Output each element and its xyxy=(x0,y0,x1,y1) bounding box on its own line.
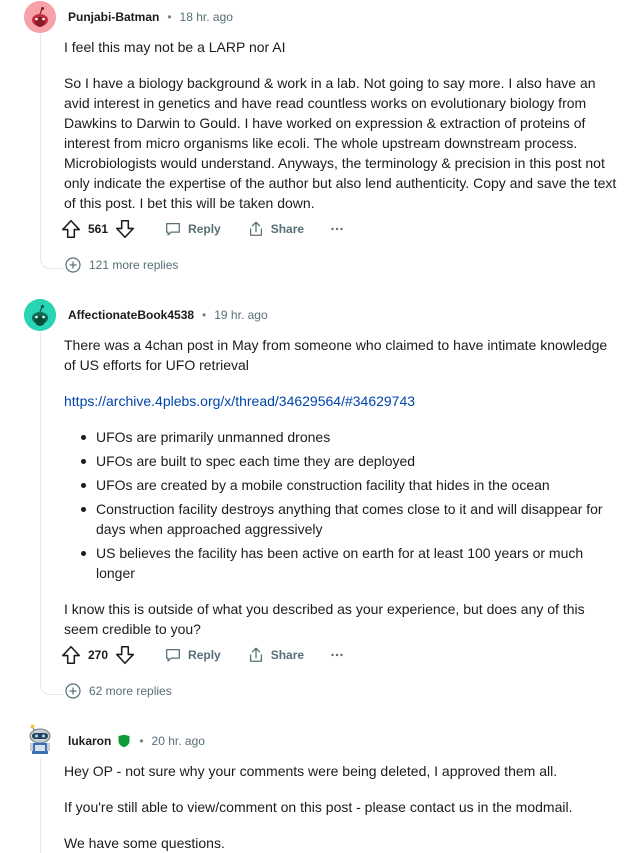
comment-paragraph: So I have a biology background & work in… xyxy=(64,75,617,211)
external-link[interactable]: https://archive.4plebs.org/x/thread/3462… xyxy=(64,393,415,409)
downvote-button[interactable] xyxy=(114,641,136,669)
more-replies-label: 62 more replies xyxy=(89,684,172,698)
author-name[interactable]: Punjabi-Batman xyxy=(68,10,159,24)
plus-circle-icon xyxy=(65,683,81,699)
reply-button[interactable]: Reply xyxy=(164,220,221,238)
upvote-button[interactable] xyxy=(60,215,82,243)
upvote-icon xyxy=(61,645,81,665)
share-button[interactable]: Share xyxy=(247,646,304,664)
comment-paragraph: https://archive.4plebs.org/x/thread/3462… xyxy=(64,391,620,411)
share-label: Share xyxy=(270,648,305,662)
more-options-button[interactable] xyxy=(330,222,344,236)
share-icon xyxy=(249,221,262,236)
timestamp[interactable]: 19 hr. ago xyxy=(214,308,267,322)
comment-paragraph: If you're still able to view/comment on … xyxy=(64,799,573,815)
separator-dot: • xyxy=(202,308,207,322)
thread-line xyxy=(40,332,41,682)
comment-body: There was a 4chan post in May from someo… xyxy=(64,335,620,639)
upvote-button[interactable] xyxy=(60,641,82,669)
moderator-shield-icon xyxy=(118,734,130,748)
comment-paragraph: I feel this may not be a LARP nor AI xyxy=(64,39,286,55)
list-item: UFOs are built to spec each time they ar… xyxy=(64,451,620,471)
avatar[interactable] xyxy=(24,724,56,756)
avatar[interactable] xyxy=(24,299,56,331)
share-button[interactable]: Share xyxy=(247,220,304,238)
downvote-icon xyxy=(116,645,135,665)
comment-bubble-icon xyxy=(166,222,180,236)
list-item: UFOs are created by a mobile constructio… xyxy=(64,475,620,495)
comment-meta: Punjabi-Batman • 18 hr. ago xyxy=(68,7,233,27)
snoo-avatar-icon xyxy=(24,299,56,331)
snoo-avatar-icon xyxy=(24,1,56,33)
list-item: US believes the facility has been active… xyxy=(64,543,620,583)
author-name[interactable]: AffectionateBook4538 xyxy=(68,308,194,322)
reply-button[interactable]: Reply xyxy=(164,646,221,664)
comment-bubble-icon xyxy=(166,648,180,662)
reply-label: Reply xyxy=(188,222,221,236)
comment-paragraph: Hey OP - not sure why your comments were… xyxy=(64,763,558,779)
avatar[interactable] xyxy=(24,1,56,33)
plus-circle-icon xyxy=(65,257,81,273)
share-label: Share xyxy=(270,222,305,236)
robot-snoo-avatar-icon xyxy=(29,724,51,754)
vote-count: 270 xyxy=(88,648,109,662)
comment-actions: 270 Reply Share xyxy=(60,641,344,669)
downvote-button[interactable] xyxy=(114,215,136,243)
thread-elbow xyxy=(40,256,63,269)
downvote-icon xyxy=(116,219,135,239)
comment-actions: 561 Reply Share xyxy=(60,215,344,243)
vote-count: 561 xyxy=(88,222,109,236)
ellipsis-icon xyxy=(331,227,343,231)
ellipsis-icon xyxy=(331,653,343,657)
bullet-list: UFOs are primarily unmanned drones UFOs … xyxy=(64,427,620,583)
comment-paragraph: We have some questions. xyxy=(64,835,225,851)
thread-elbow xyxy=(40,682,63,695)
more-replies-link[interactable]: 121 more replies xyxy=(65,255,178,275)
more-replies-label: 121 more replies xyxy=(89,258,179,272)
list-item: UFOs are primarily unmanned drones xyxy=(64,427,620,447)
thread-line xyxy=(40,758,41,853)
separator-dot: • xyxy=(139,734,144,748)
comment-paragraph: There was a 4chan post in May from someo… xyxy=(64,337,608,373)
comment-meta: lukaron • 20 hr. ago xyxy=(68,731,205,751)
upvote-icon xyxy=(61,219,81,239)
separator-dot: • xyxy=(167,10,172,24)
more-options-button[interactable] xyxy=(330,648,344,662)
share-icon xyxy=(249,647,262,662)
timestamp[interactable]: 20 hr. ago xyxy=(152,734,205,748)
comment-meta: AffectionateBook4538 • 19 hr. ago xyxy=(68,305,268,325)
thread-line xyxy=(40,34,41,256)
list-item: Construction facility destroys anything … xyxy=(64,499,620,539)
comment-paragraph: I know this is outside of what you descr… xyxy=(64,601,585,637)
timestamp[interactable]: 18 hr. ago xyxy=(180,10,233,24)
more-replies-link[interactable]: 62 more replies xyxy=(65,681,172,701)
comment-body: I feel this may not be a LARP nor AI So … xyxy=(64,37,620,213)
author-name[interactable]: lukaron xyxy=(68,734,111,748)
comment-body: Hey OP - not sure why your comments were… xyxy=(64,761,620,853)
reply-label: Reply xyxy=(188,648,221,662)
